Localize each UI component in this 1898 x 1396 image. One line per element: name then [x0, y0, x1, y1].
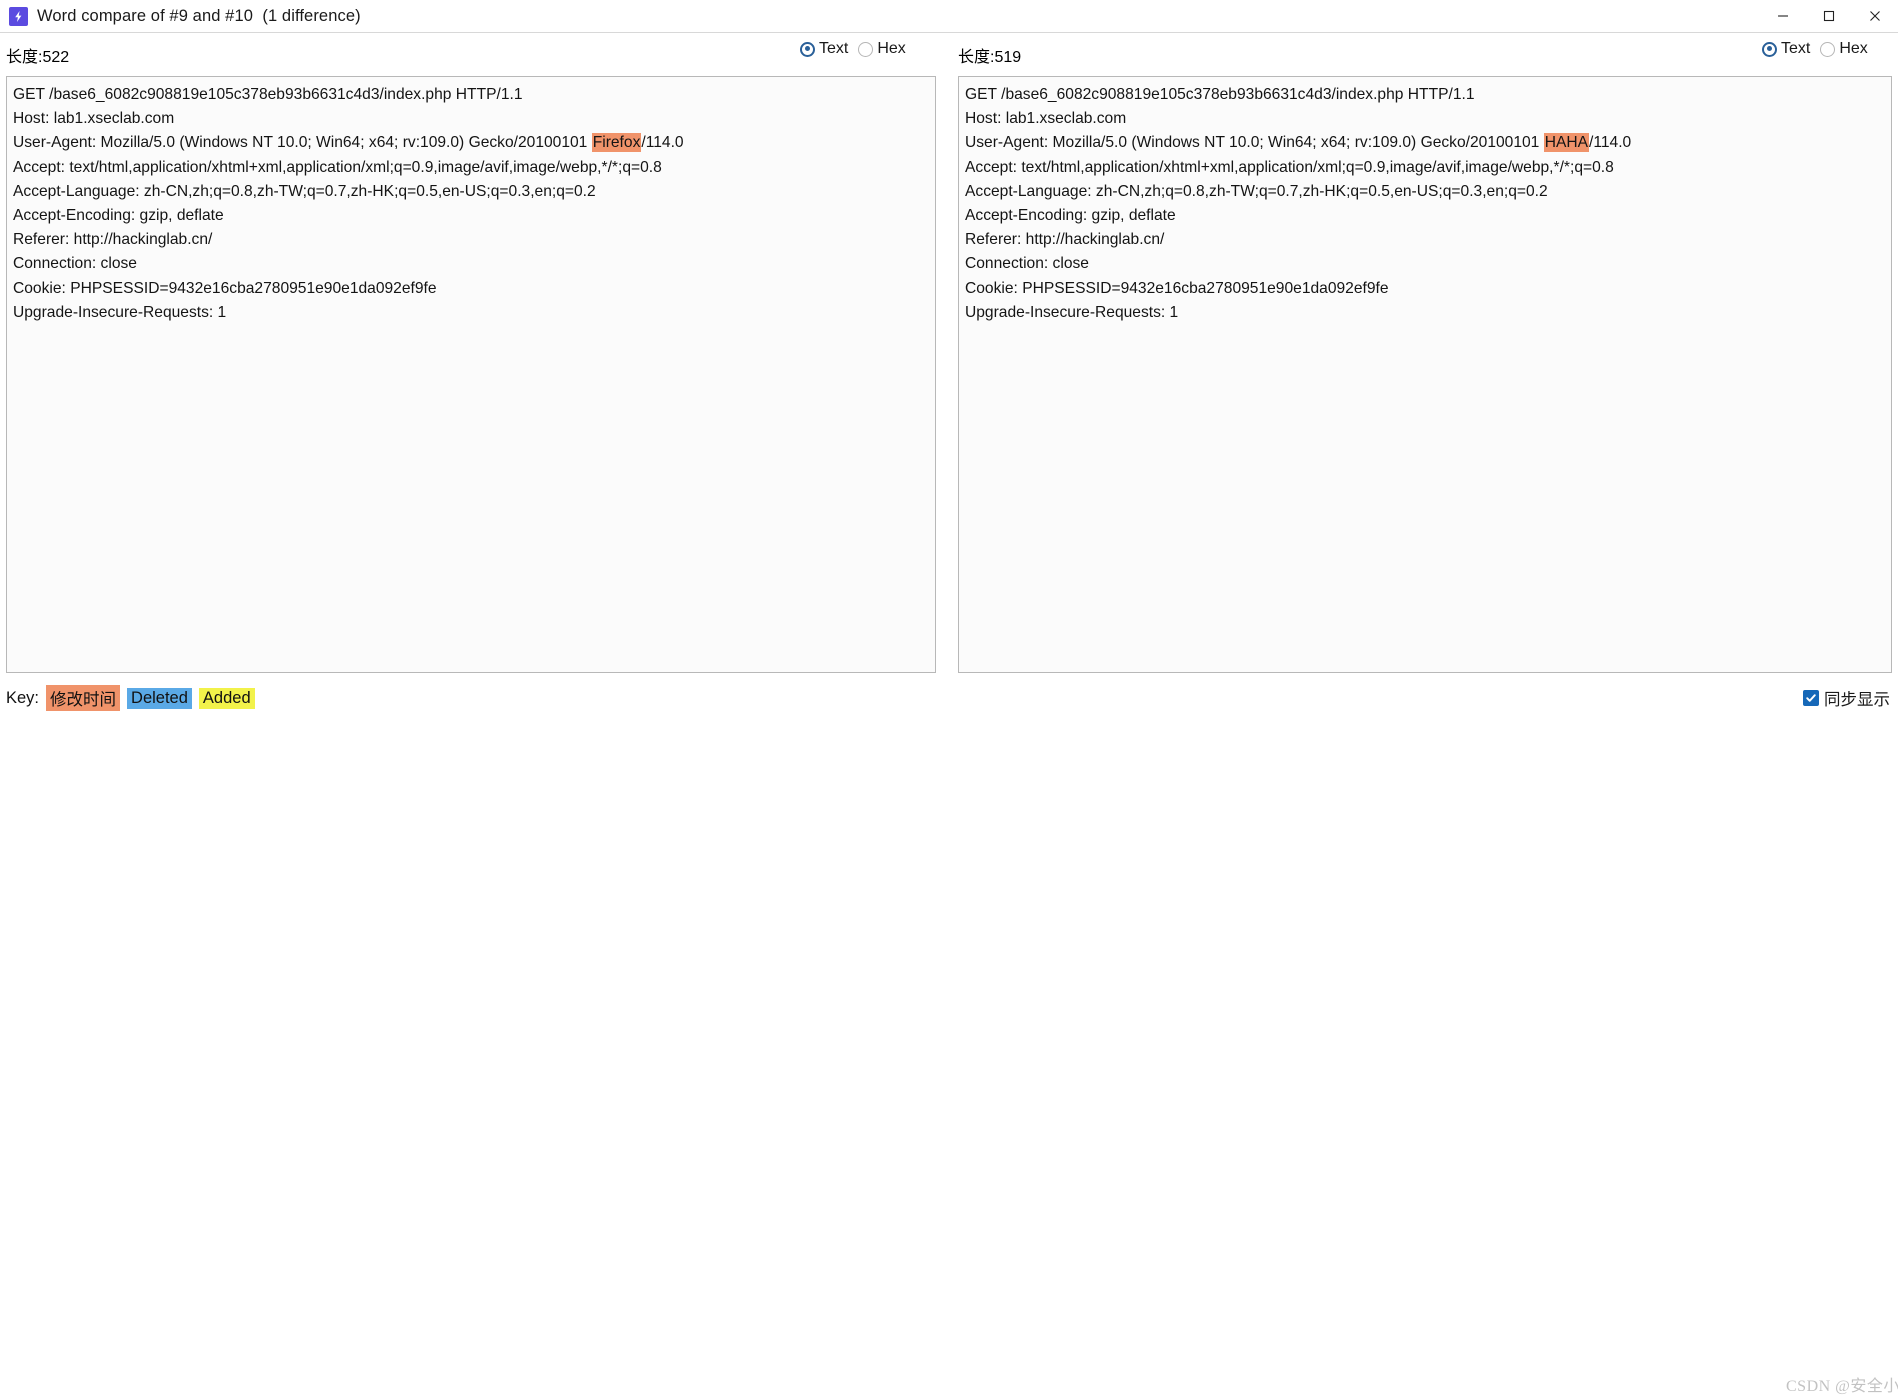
- radio-selected-icon: [800, 41, 815, 57]
- right-text-segment: GET /base6_6082c908819e105c378eb93b6631c…: [965, 86, 1475, 103]
- radio-unselected-icon: [858, 41, 874, 57]
- left-text-segment: GET /base6_6082c908819e105c378eb93b6631c…: [13, 86, 523, 103]
- right-length-label: 长度:519: [958, 49, 1022, 66]
- left-view-mode-group: Text Hex: [800, 40, 914, 58]
- csdn-watermark: CSDN @安全小白: [1786, 1378, 1898, 1395]
- left-compare-pane[interactable]: GET /base6_6082c908819e105c378eb93b6631c…: [6, 76, 936, 673]
- right-text-segment: Referer: http://hackinglab.cn/: [965, 231, 1165, 249]
- right-text-line: Cookie: PHPSESSID=9432e16cba2780951e90e1…: [965, 277, 1891, 301]
- close-button[interactable]: [1852, 0, 1898, 33]
- window-controls: [1760, 0, 1898, 33]
- right-text-line: GET /base6_6082c908819e105c378eb93b6631c…: [965, 83, 1891, 107]
- left-text-line: Cookie: PHPSESSID=9432e16cba2780951e90e1…: [13, 277, 935, 301]
- maximize-button[interactable]: [1806, 0, 1852, 33]
- left-text-line: Upgrade-Insecure-Requests: 1: [13, 301, 935, 325]
- key-chip-deleted: Deleted: [127, 687, 192, 709]
- left-text-line: Connection: close: [13, 252, 935, 276]
- left-text-segment: Host: lab1.xseclab.com: [13, 110, 175, 128]
- right-view-mode-text-label: Text: [1781, 40, 1811, 57]
- minimize-button[interactable]: [1760, 0, 1806, 33]
- left-text-segment: Accept-Language: zh-CN,zh;q=0.8,zh-TW;q=…: [13, 182, 596, 200]
- left-text-line: User-Agent: Mozilla/5.0 (Windows NT 10.0…: [13, 131, 935, 155]
- left-length-label: 长度:522: [6, 49, 70, 66]
- sync-scroll-label: 同步显示: [1824, 691, 1890, 709]
- left-view-mode-text[interactable]: Text: [800, 40, 848, 58]
- left-text-line: Host: lab1.xseclab.com: [13, 107, 935, 131]
- right-text-segment: User-Agent: Mozilla/5.0 (Windows NT 10.0…: [965, 134, 1544, 152]
- window-title: Word compare of #9 and #10 (1 difference…: [37, 6, 361, 25]
- right-text-segment: Accept-Encoding: gzip, deflate: [965, 207, 1176, 225]
- header-row: 长度:522 Text Hex 长度:519 Text Hex: [0, 33, 1898, 69]
- right-text-line: Accept-Encoding: gzip, deflate: [965, 204, 1891, 228]
- right-text-line: Accept-Language: zh-CN,zh;q=0.8,zh-TW;q=…: [965, 180, 1891, 204]
- left-view-mode-text-label: Text: [819, 40, 849, 57]
- left-text-segment: /114.0: [641, 134, 684, 152]
- right-view-mode-text[interactable]: Text: [1762, 40, 1810, 58]
- right-text-line: Upgrade-Insecure-Requests: 1: [965, 301, 1891, 325]
- right-text-line: Accept: text/html,application/xhtml+xml,…: [965, 156, 1891, 180]
- sync-scroll-checkbox[interactable]: 同步显示: [1803, 686, 1890, 710]
- left-text-segment: User-Agent: Mozilla/5.0 (Windows NT 10.0…: [13, 134, 592, 152]
- radio-unselected-icon: [1820, 41, 1836, 57]
- left-text-line: Accept: text/html,application/xhtml+xml,…: [13, 156, 935, 180]
- right-text-segment: Connection: close: [965, 255, 1089, 273]
- checkbox-checked-icon: [1803, 690, 1819, 706]
- left-text-segment: Referer: http://hackinglab.cn/: [13, 231, 213, 249]
- right-text-segment: Accept: text/html,application/xhtml+xml,…: [965, 158, 1614, 176]
- title-bar: Word compare of #9 and #10 (1 difference…: [0, 0, 1898, 33]
- right-text-line: Connection: close: [965, 252, 1891, 276]
- left-text-line: GET /base6_6082c908819e105c378eb93b6631c…: [13, 83, 935, 107]
- right-text-segment: Upgrade-Insecure-Requests: 1: [965, 303, 1179, 321]
- right-request-text[interactable]: GET /base6_6082c908819e105c378eb93b6631c…: [959, 77, 1891, 325]
- left-text-line: Referer: http://hackinglab.cn/: [13, 228, 935, 252]
- left-text-segment: Connection: close: [13, 255, 137, 273]
- left-view-mode-hex[interactable]: Hex: [858, 40, 906, 58]
- key-chip-changed: 修改时间: [46, 685, 121, 711]
- key-chip-added: Added: [198, 687, 255, 709]
- left-text-segment: Cookie: PHPSESSID=9432e16cba2780951e90e1…: [13, 279, 437, 297]
- left-text-segment: Accept: text/html,application/xhtml+xml,…: [13, 158, 662, 176]
- right-text-segment: Cookie: PHPSESSID=9432e16cba2780951e90e1…: [965, 279, 1389, 297]
- right-view-mode-hex-label: Hex: [1839, 40, 1868, 57]
- left-text-line: Accept-Language: zh-CN,zh;q=0.8,zh-TW;q=…: [13, 180, 935, 204]
- diff-key-label: Key:: [6, 688, 40, 707]
- right-view-mode-hex[interactable]: Hex: [1820, 40, 1868, 58]
- burp-lightning-icon: [9, 6, 28, 26]
- right-text-line: Host: lab1.xseclab.com: [965, 107, 1891, 131]
- right-text-segment: Host: lab1.xseclab.com: [965, 110, 1127, 128]
- left-text-segment: Upgrade-Insecure-Requests: 1: [13, 303, 227, 321]
- footer-bar: Key: 修改时间 Deleted Added 同步显示 CSDN @安全小白: [0, 682, 1898, 1395]
- left-view-mode-hex-label: Hex: [877, 40, 906, 57]
- right-diff-highlight: HAHA: [1543, 133, 1590, 153]
- radio-selected-icon: [1762, 41, 1777, 57]
- left-text-line: Accept-Encoding: gzip, deflate: [13, 204, 935, 228]
- right-text-segment: Accept-Language: zh-CN,zh;q=0.8,zh-TW;q=…: [965, 182, 1548, 200]
- right-text-line: User-Agent: Mozilla/5.0 (Windows NT 10.0…: [965, 131, 1891, 155]
- right-text-line: Referer: http://hackinglab.cn/: [965, 228, 1891, 252]
- right-compare-pane[interactable]: GET /base6_6082c908819e105c378eb93b6631c…: [958, 76, 1892, 673]
- right-view-mode-group: Text Hex: [1762, 40, 1876, 58]
- left-request-text[interactable]: GET /base6_6082c908819e105c378eb93b6631c…: [7, 77, 935, 325]
- left-text-segment: Accept-Encoding: gzip, deflate: [13, 207, 224, 225]
- diff-key-legend: Key: 修改时间 Deleted Added: [6, 685, 255, 711]
- left-diff-highlight: Firefox: [591, 133, 642, 153]
- right-text-segment: /114.0: [1589, 134, 1632, 152]
